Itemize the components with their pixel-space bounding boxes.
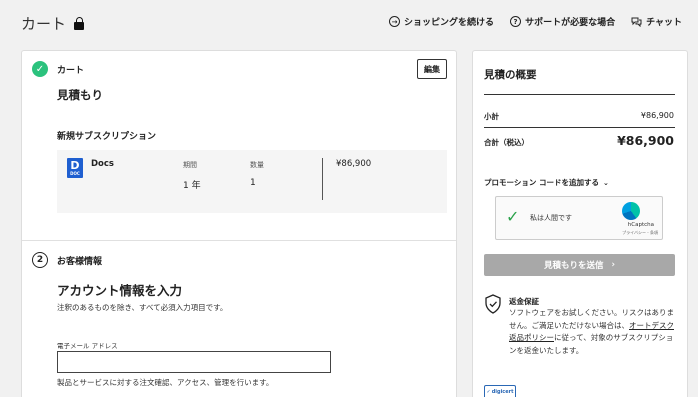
subtotal-value: ¥86,900 [640,111,674,120]
page-title-group: カート [21,13,85,34]
continue-shopping-link[interactable]: → ショッピングを続ける [389,15,494,28]
quantity-value: 1 [250,178,256,188]
total-label: 合計（税込） [484,138,529,147]
page-title: カート [21,15,67,33]
quantity-label: 数量 [250,161,264,169]
email-help-text: 製品とサービスに対する注文確認、アクセス、管理を行います。 [57,378,274,387]
quote-title: 見積もり [57,88,103,102]
send-quote-label: 見積もりを送信 [543,261,604,271]
cart-section: ✓ カート 編集 見積もり 新規サブスクリプション D DOC Docs 期間 1… [22,51,456,241]
chevron-right-icon: › [611,260,616,270]
required-note: 注釈のあるものを除き、すべて必須入力項目です。 [57,303,228,312]
subtotal-label: 小計 [484,112,499,121]
shield-icon [485,294,501,314]
account-title: アカウント情報を入力 [57,283,183,298]
check-icon: ✓ [32,61,48,77]
lock-icon [74,17,85,30]
divider [484,94,675,95]
captcha-links[interactable]: プライバシー - 条項 [622,230,658,236]
divider [322,158,323,200]
promo-code-toggle[interactable]: プロモーション コードを追加する ⌄ [484,177,609,188]
subscription-heading: 新規サブスクリプション [57,132,157,142]
summary-panel: 見積の概要 小計 ¥86,900 合計（税込） ¥86,900 プロモーション … [472,50,688,397]
docs-product-icon: D DOC [67,158,83,178]
continue-shopping-label: ショッピングを続ける [404,18,495,28]
top-bar: カート → ショッピングを続ける ? サポートが必要な場合 チャット [0,0,698,44]
arrow-right-circle-icon: → [389,16,401,27]
refund-title: 返金保証 [509,297,539,306]
hcaptcha-logo [622,202,640,220]
header-links: → ショッピングを続ける ? サポートが必要な場合 チャット [389,15,682,28]
divider [484,127,675,128]
product-line-item: D DOC Docs 期間 1 年 数量 1 ¥86,900 [57,150,447,213]
help-circle-icon: ? [510,16,522,27]
captcha-brand: hCaptcha [627,222,654,228]
product-price: ¥86,900 [336,159,372,169]
period-value: 1 年 [183,181,201,191]
edit-button[interactable]: 編集 [417,59,447,79]
need-help-label: サポートが必要な場合 [525,18,616,28]
digicert-label: digicert [491,389,514,395]
cart-section-label: カート [57,66,85,76]
summary-title: 見積の概要 [484,69,537,81]
chat-icon [631,17,642,27]
email-field[interactable] [57,351,331,373]
total-value: ¥86,900 [617,133,674,148]
check-icon: ✓ [486,389,491,395]
promo-code-label: プロモーション コードを追加する [484,178,599,187]
digicert-badge: ✓ digicert [484,385,516,397]
chat-label: チャット [646,18,682,28]
send-quote-button[interactable]: 見積もりを送信 › [484,254,675,276]
email-label: 電子メール アドレス [57,342,118,350]
checkmark-icon: ✓ [506,207,520,226]
product-name: Docs [91,159,114,169]
captcha-label: 私は人間です [530,214,572,222]
need-help-link[interactable]: ? サポートが必要な場合 [510,15,615,28]
period-label: 期間 [183,161,197,169]
refund-text: ソフトウェアをお試しください。リスクはありません。ご満足いただけない場合は、オー… [509,308,674,355]
captcha-widget[interactable]: ✓ 私は人間です hCaptcha プライバシー - 条項 [495,196,663,240]
chevron-down-icon: ⌄ [602,178,609,187]
checkout-main-panel: ✓ カート 編集 見積もり 新規サブスクリプション D DOC Docs 期間 1… [21,50,457,397]
chat-link[interactable]: チャット [631,15,682,28]
step-number: 2 [32,252,48,268]
customer-section-label: お客様情報 [57,257,103,267]
